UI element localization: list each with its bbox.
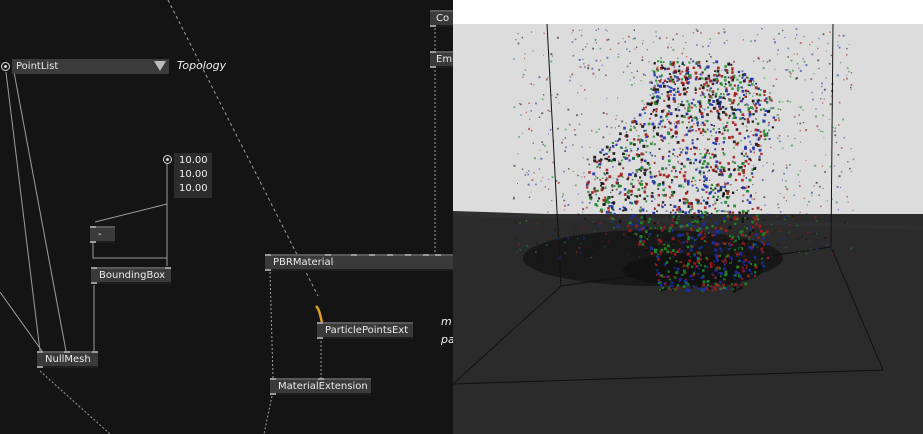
topology-label: Topology	[177, 59, 227, 72]
wire-pbr-matext	[269, 271, 274, 379]
render-viewport[interactable]	[453, 0, 923, 434]
boundingbox-node[interactable]: BoundingBox	[91, 267, 171, 284]
top-node-co-label: Co	[436, 13, 450, 24]
dropdown-triangle-icon[interactable]	[154, 61, 166, 71]
particlepointsext-node[interactable]: ParticlePointsExt	[317, 322, 413, 339]
wire-highlight	[315, 305, 324, 323]
top-node-co[interactable]: Co	[430, 10, 453, 27]
pointlist-pin-icon[interactable]	[1, 62, 10, 71]
wire-left-nullmesh	[0, 291, 43, 352]
vector-value-y[interactable]: 10.00	[179, 168, 208, 182]
wire-matext-out	[263, 395, 273, 434]
materialextension-node-label: MaterialExtension	[278, 381, 368, 392]
wire-pointlist-nullmesh	[5, 71, 41, 352]
materialextension-node[interactable]: MaterialExtension	[270, 378, 371, 395]
top-node-em-label: Em	[436, 54, 453, 65]
vector-pin-icon[interactable]	[163, 155, 172, 164]
minus-node[interactable]: -	[90, 226, 115, 243]
particlepointsext-node-label: ParticlePointsExt	[325, 325, 409, 336]
vector-iobox[interactable]: 10.00 10.00 10.00	[174, 153, 212, 198]
wire-minus-bbox	[92, 243, 168, 266]
wire-top-to-pbr	[167, 0, 319, 297]
pbrmaterial-node-label: PBRMaterial	[273, 257, 334, 268]
partial-comment: m pa	[441, 313, 453, 349]
vector-value-z[interactable]: 10.00	[179, 182, 208, 196]
minus-node-label: -	[98, 229, 102, 240]
nullmesh-node-label: NullMesh	[45, 354, 91, 365]
wire-vector-minus	[94, 203, 168, 223]
nullmesh-node[interactable]: NullMesh	[37, 351, 98, 368]
top-node-em[interactable]: Em	[430, 51, 453, 68]
pbrmaterial-node[interactable]: PBRMaterial	[265, 254, 453, 271]
top-bar	[453, 0, 923, 24]
partial-comment-line-1: m	[441, 315, 452, 328]
pointlist-enum-value: PointList	[16, 61, 59, 72]
partial-comment-line-2: pa	[441, 333, 453, 346]
patch-editor[interactable]: PointList Topology 10.00 10.00 10.00 - B…	[0, 0, 453, 434]
pointlist-enum[interactable]: PointList	[12, 59, 169, 74]
wire-topology-nullmesh	[13, 71, 67, 352]
vector-value-x[interactable]: 10.00	[179, 154, 208, 168]
boundingbox-node-label: BoundingBox	[99, 270, 166, 281]
particle-scene	[453, 0, 923, 434]
wire-nullmesh-out	[39, 370, 111, 434]
